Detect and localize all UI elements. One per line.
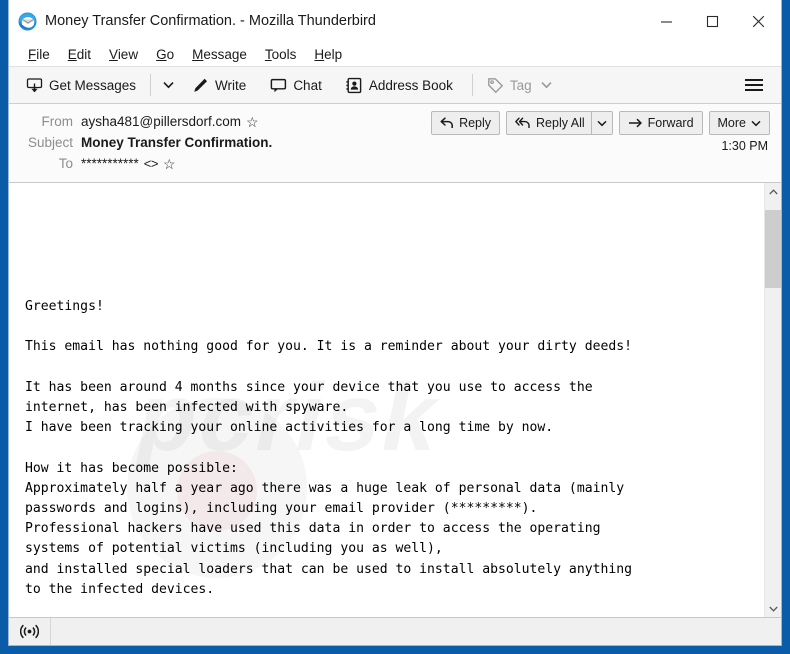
tag-icon (487, 77, 504, 94)
write-label: Write (215, 77, 247, 93)
chevron-down-icon (597, 120, 607, 127)
menu-bar: File Edit View Go Message Tools Help (9, 42, 781, 66)
connection-status-cell[interactable] (9, 617, 51, 645)
menu-accel-key: F (28, 46, 37, 62)
message-header: From aysha481@pillersdorf.com ☆ Subject … (9, 104, 781, 183)
reply-all-button[interactable]: Reply All (506, 111, 591, 135)
maximize-button[interactable] (689, 0, 735, 42)
chat-label: Chat (293, 77, 322, 93)
menu-accel-key: M (192, 46, 204, 62)
to-address[interactable]: *********** (81, 156, 139, 171)
from-label: From (41, 114, 74, 129)
speech-bubble-icon (270, 77, 287, 94)
from-address[interactable]: aysha481@pillersdorf.com (81, 114, 241, 129)
scroll-down-button[interactable] (765, 600, 781, 617)
scroll-up-button[interactable] (765, 183, 781, 200)
message-action-buttons: Reply Reply All Forward More (431, 111, 770, 135)
chevron-down-icon (751, 120, 761, 127)
hamburger-icon-bar (745, 84, 763, 86)
status-bar (9, 617, 781, 645)
address-book-label: Address Book (368, 77, 453, 93)
menu-item-label: dit (76, 46, 92, 62)
tag-button[interactable]: Tag (480, 73, 559, 98)
close-button[interactable] (735, 0, 781, 42)
hamburger-icon-bar (745, 89, 763, 91)
tag-label: Tag (509, 77, 532, 93)
toolbar-separator-2 (471, 74, 473, 96)
app-menu-button[interactable] (737, 74, 771, 96)
chat-button[interactable]: Chat (263, 73, 329, 98)
menu-accel-key: T (264, 46, 272, 62)
from-value-group: aysha481@pillersdorf.com ☆ (81, 114, 259, 129)
address-book-icon (346, 77, 363, 94)
menu-item-view[interactable]: View (100, 45, 147, 64)
menu-item-label: elp (324, 46, 343, 62)
menu-item-label: essage (203, 46, 247, 62)
forward-arrow-icon (628, 117, 643, 129)
title-bar: Money Transfer Confirmation. - Mozilla T… (9, 0, 781, 42)
to-label: To (58, 156, 73, 171)
menu-item-label: o (166, 46, 175, 62)
scrollbar-thumb[interactable] (765, 210, 781, 288)
toolbar-separator-1 (150, 74, 152, 96)
broadcast-icon (20, 624, 39, 639)
menu-accel-key: V (109, 46, 118, 62)
reply-all-arrow-icon (515, 117, 531, 129)
more-button[interactable]: More (708, 111, 770, 135)
reply-all-label: Reply All (536, 116, 585, 130)
to-brackets: <> (143, 156, 159, 171)
forward-label: Forward (647, 116, 694, 130)
to-value-group: *********** <> ☆ (81, 156, 176, 171)
menu-accel-key: H (314, 46, 325, 62)
reply-button[interactable]: Reply (431, 111, 501, 135)
menu-item-label: iew (117, 46, 139, 62)
window-frame: Money Transfer Confirmation. - Mozilla T… (0, 0, 790, 654)
message-body-area: pcrisk Greetings! This email has nothing… (9, 183, 781, 617)
reply-arrow-icon (440, 117, 454, 129)
body-scrollbar[interactable] (764, 183, 781, 617)
menu-accel-key: E (67, 46, 77, 62)
thunderbird-window: Money Transfer Confirmation. - Mozilla T… (8, 0, 782, 646)
menu-item-tools[interactable]: Tools (256, 45, 306, 64)
address-book-button[interactable]: Address Book (339, 73, 460, 98)
reply-all-dropdown[interactable] (590, 111, 613, 135)
scrollbar-track[interactable] (765, 200, 781, 600)
main-toolbar: Get Messages Write Chat Address Book Tag (9, 66, 781, 104)
reply-all-split-button: Reply All (506, 111, 613, 135)
menu-item-help[interactable]: Help (305, 45, 351, 64)
menu-item-label: ile (36, 46, 50, 62)
subject-label: Subject (27, 135, 73, 150)
star-icon[interactable]: ☆ (246, 115, 259, 129)
window-controls (643, 0, 781, 42)
more-label: More (717, 116, 746, 130)
menu-item-go[interactable]: Go (147, 45, 183, 64)
menu-accel-key: G (156, 46, 167, 62)
minimize-button[interactable] (643, 0, 689, 42)
menu-item-label: ools (271, 46, 297, 62)
star-icon[interactable]: ☆ (163, 157, 176, 171)
menu-item-file[interactable]: File (19, 45, 59, 64)
title-bar-left: Money Transfer Confirmation. - Mozilla T… (9, 12, 643, 31)
write-button[interactable]: Write (185, 73, 253, 98)
message-body-text: Greetings! This email has nothing good f… (25, 299, 632, 597)
message-timestamp: 1:30 PM (721, 139, 768, 153)
hamburger-icon-bar (745, 79, 763, 81)
reply-label: Reply (459, 116, 492, 130)
pencil-icon (192, 77, 209, 94)
subject-value: Money Transfer Confirmation. (81, 135, 273, 150)
to-row: To *********** <> ☆ (19, 153, 771, 174)
get-messages-dropdown[interactable] (158, 72, 179, 98)
menu-item-edit[interactable]: Edit (59, 45, 100, 64)
thunderbird-logo-icon (18, 12, 37, 31)
get-messages-button[interactable]: Get Messages (19, 73, 143, 98)
menu-item-message[interactable]: Message (183, 45, 256, 64)
inbox-download-icon (26, 77, 43, 94)
window-title: Money Transfer Confirmation. - Mozilla T… (45, 13, 376, 29)
chevron-down-icon (163, 76, 174, 94)
chevron-down-icon (541, 81, 552, 89)
message-body-text-pane[interactable]: pcrisk Greetings! This email has nothing… (9, 183, 764, 617)
get-messages-label: Get Messages (49, 77, 137, 93)
subject-row: Subject Money Transfer Confirmation. (19, 132, 771, 153)
forward-button[interactable]: Forward (618, 111, 703, 135)
